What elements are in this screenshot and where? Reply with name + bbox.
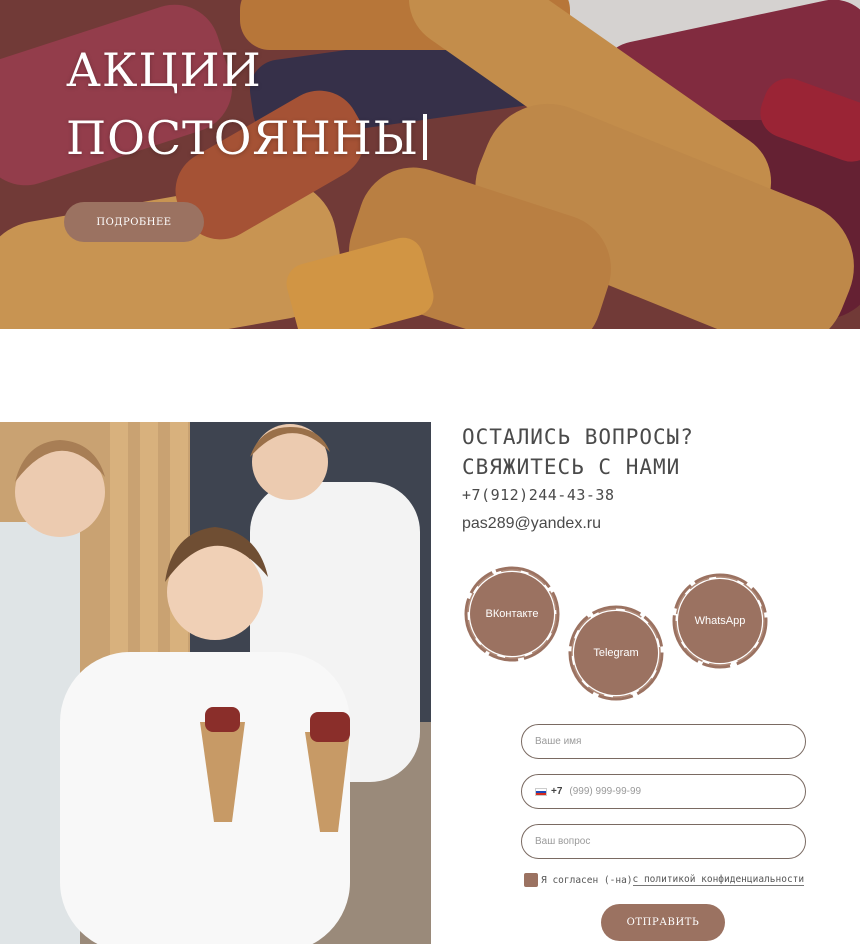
name-input[interactable]: Ваше имя xyxy=(521,724,806,759)
whatsapp-button[interactable]: WhatsApp xyxy=(670,571,770,671)
phone-input[interactable]: +7 (999) 999-99-99 xyxy=(521,774,806,809)
hero-title-line1: АКЦИИ xyxy=(66,43,262,97)
privacy-policy-link[interactable]: с политикой конфиденциальности xyxy=(632,874,805,886)
family-photo-image xyxy=(0,422,431,944)
name-placeholder: Ваше имя xyxy=(535,736,582,747)
russia-flag-icon[interactable] xyxy=(535,787,547,796)
contact-heading: ОСТАЛИСЬ ВОПРОСЫ? СВЯЖИТЕСЬ С НАМИ xyxy=(462,422,694,482)
telegram-button[interactable]: Telegram xyxy=(566,603,666,703)
family-photo xyxy=(0,422,431,944)
contact-heading-line1: ОСТАЛИСЬ ВОПРОСЫ? xyxy=(462,425,694,449)
email-link[interactable]: pas289@yandex.ru xyxy=(462,515,601,533)
vk-button[interactable]: ВКонтакте xyxy=(462,564,562,664)
phone-placeholder: (999) 999-99-99 xyxy=(569,786,642,797)
consent-row: Я согласен (-на) с политикой конфиденциа… xyxy=(524,873,805,887)
submit-button[interactable]: ОТПРАВИТЬ xyxy=(601,904,725,941)
text-cursor xyxy=(423,114,428,160)
question-placeholder: Ваш вопрос xyxy=(535,836,591,847)
hero-title-line2-text: ПОСТОЯННЫ xyxy=(66,111,420,165)
whatsapp-label: WhatsApp xyxy=(694,615,746,627)
telegram-label: Telegram xyxy=(593,647,639,659)
hero-title-line2: ПОСТОЯННЫ xyxy=(66,104,428,172)
contact-heading-line2: СВЯЖИТЕСЬ С НАМИ xyxy=(462,455,681,479)
phone-country-code: +7 xyxy=(551,786,563,797)
hero-title: АКЦИИ ПОСТОЯННЫ xyxy=(66,36,428,172)
hero-banner: АКЦИИ ПОСТОЯННЫ ПОДРОБНЕЕ xyxy=(0,0,860,329)
consent-checkbox[interactable] xyxy=(524,873,538,887)
details-button[interactable]: ПОДРОБНЕЕ xyxy=(64,202,204,242)
vk-label: ВКонтакте xyxy=(485,608,539,620)
phone-number-link[interactable]: +7(912)244-43-38 xyxy=(462,486,615,504)
question-input[interactable]: Ваш вопрос xyxy=(521,824,806,859)
consent-text: Я согласен (-на) xyxy=(541,874,633,886)
